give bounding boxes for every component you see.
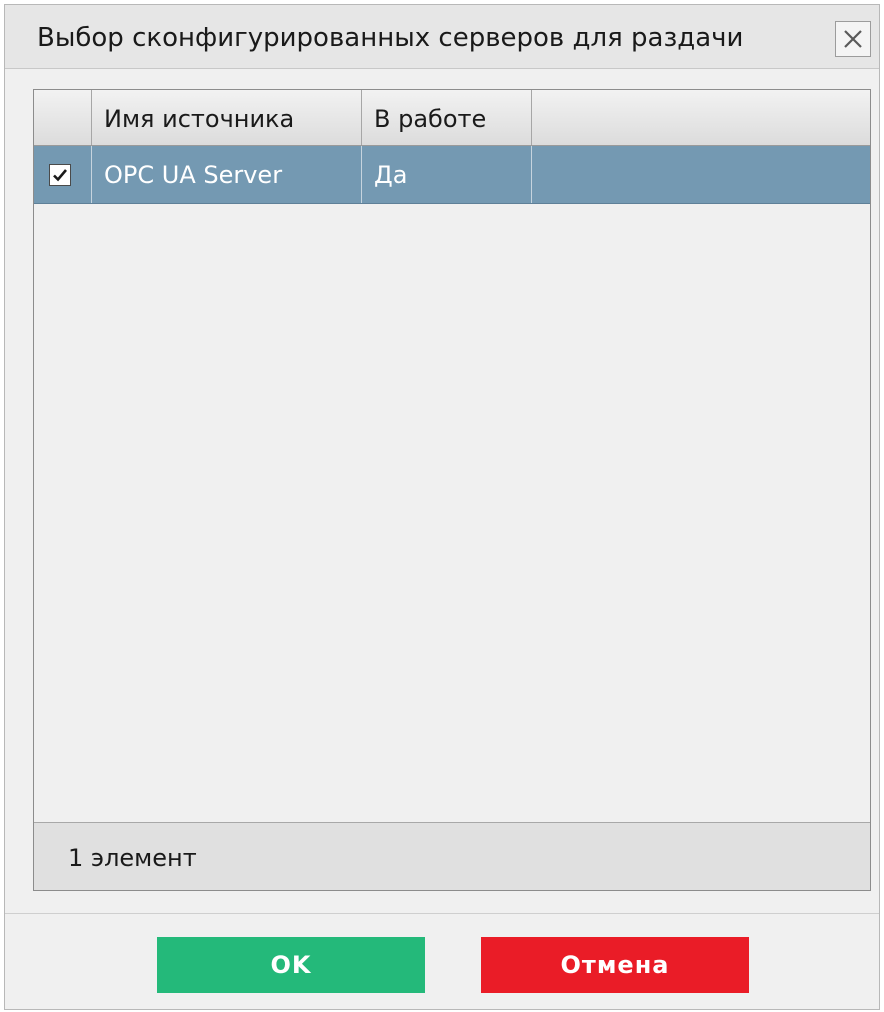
close-button[interactable] — [835, 21, 871, 57]
column-header-label: Имя источника — [104, 105, 295, 133]
column-header-filler — [532, 90, 870, 145]
divider — [5, 913, 879, 914]
item-count: 1 элемент — [68, 844, 197, 872]
server-selection-dialog: Выбор сконфигурированных серверов для ра… — [4, 4, 880, 1010]
filler-cell — [532, 146, 870, 203]
grid-footer: 1 элемент — [34, 822, 870, 890]
column-header-label: В работе — [374, 105, 487, 133]
servers-grid: Имя источника В работе OPC UA Server Да — [33, 89, 871, 891]
table-row[interactable]: OPC UA Server Да — [34, 146, 870, 204]
in-work-value: Да — [374, 161, 408, 189]
column-header-select[interactable] — [34, 90, 92, 145]
grid-header: Имя источника В работе — [34, 90, 870, 146]
source-name: OPC UA Server — [104, 161, 283, 189]
ok-button[interactable]: OK — [157, 937, 425, 993]
column-header-in-work[interactable]: В работе — [362, 90, 532, 145]
close-icon — [844, 30, 862, 48]
row-checkbox[interactable] — [49, 164, 71, 186]
in-work-cell: Да — [362, 146, 532, 203]
select-cell — [34, 146, 92, 203]
cancel-button[interactable]: Отмена — [481, 937, 749, 993]
dialog-title: Выбор сконфигурированных серверов для ра… — [37, 23, 744, 53]
checkmark-icon — [53, 169, 67, 182]
column-header-source-name[interactable]: Имя источника — [92, 90, 362, 145]
source-name-cell: OPC UA Server — [92, 146, 362, 203]
title-bar: Выбор сконфигурированных серверов для ра… — [5, 5, 879, 69]
